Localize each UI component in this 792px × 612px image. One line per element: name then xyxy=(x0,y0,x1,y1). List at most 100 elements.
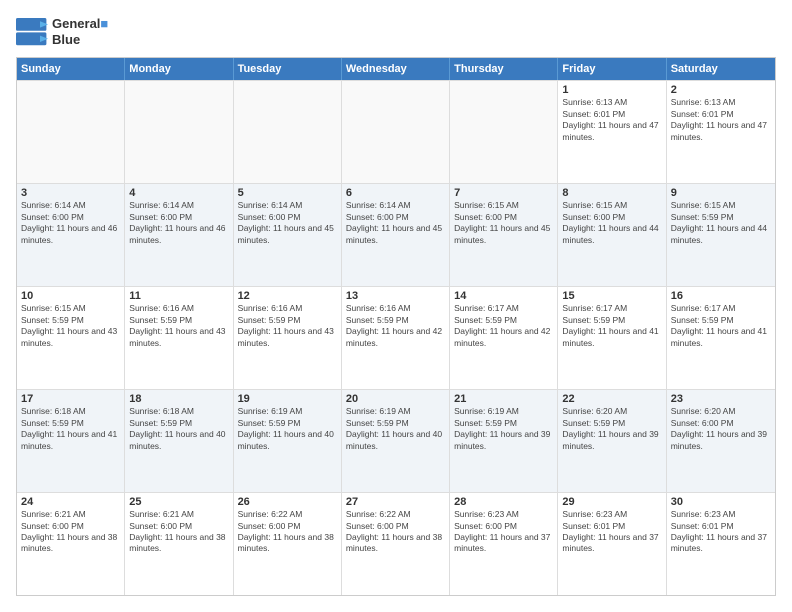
logo-icon xyxy=(16,18,48,46)
day-number: 18 xyxy=(129,393,228,405)
calendar-row: 24Sunrise: 6:21 AMSunset: 6:00 PMDayligh… xyxy=(17,492,775,595)
day-info: Sunrise: 6:20 AMSunset: 6:00 PMDaylight:… xyxy=(671,406,771,452)
day-number: 13 xyxy=(346,290,445,302)
day-info: Sunrise: 6:14 AMSunset: 6:00 PMDaylight:… xyxy=(129,200,228,246)
day-info: Sunrise: 6:22 AMSunset: 6:00 PMDaylight:… xyxy=(346,509,445,555)
calendar-cell xyxy=(17,81,125,183)
day-info: Sunrise: 6:14 AMSunset: 6:00 PMDaylight:… xyxy=(238,200,337,246)
day-number: 4 xyxy=(129,187,228,199)
day-number: 30 xyxy=(671,496,771,508)
calendar-cell: 13Sunrise: 6:16 AMSunset: 5:59 PMDayligh… xyxy=(342,287,450,389)
day-number: 6 xyxy=(346,187,445,199)
calendar-cell: 17Sunrise: 6:18 AMSunset: 5:59 PMDayligh… xyxy=(17,390,125,492)
day-number: 22 xyxy=(562,393,661,405)
calendar-cell: 4Sunrise: 6:14 AMSunset: 6:00 PMDaylight… xyxy=(125,184,233,286)
day-number: 3 xyxy=(21,187,120,199)
calendar-cell: 16Sunrise: 6:17 AMSunset: 5:59 PMDayligh… xyxy=(667,287,775,389)
calendar-cell: 28Sunrise: 6:23 AMSunset: 6:00 PMDayligh… xyxy=(450,493,558,595)
day-info: Sunrise: 6:21 AMSunset: 6:00 PMDaylight:… xyxy=(129,509,228,555)
day-number: 14 xyxy=(454,290,553,302)
day-info: Sunrise: 6:13 AMSunset: 6:01 PMDaylight:… xyxy=(671,97,771,143)
day-number: 8 xyxy=(562,187,661,199)
day-info: Sunrise: 6:17 AMSunset: 5:59 PMDaylight:… xyxy=(454,303,553,349)
calendar-cell: 30Sunrise: 6:23 AMSunset: 6:01 PMDayligh… xyxy=(667,493,775,595)
day-info: Sunrise: 6:17 AMSunset: 5:59 PMDaylight:… xyxy=(562,303,661,349)
calendar-cell xyxy=(450,81,558,183)
day-number: 17 xyxy=(21,393,120,405)
day-number: 20 xyxy=(346,393,445,405)
calendar-cell: 26Sunrise: 6:22 AMSunset: 6:00 PMDayligh… xyxy=(234,493,342,595)
calendar-cell: 22Sunrise: 6:20 AMSunset: 5:59 PMDayligh… xyxy=(558,390,666,492)
header: General■ Blue xyxy=(16,16,776,47)
day-info: Sunrise: 6:23 AMSunset: 6:01 PMDaylight:… xyxy=(671,509,771,555)
calendar-cell xyxy=(234,81,342,183)
weekday-header: Sunday xyxy=(17,58,125,80)
logo: General■ Blue xyxy=(16,16,108,47)
day-number: 21 xyxy=(454,393,553,405)
calendar: SundayMondayTuesdayWednesdayThursdayFrid… xyxy=(16,57,776,596)
calendar-cell xyxy=(125,81,233,183)
day-info: Sunrise: 6:19 AMSunset: 5:59 PMDaylight:… xyxy=(454,406,553,452)
day-info: Sunrise: 6:16 AMSunset: 5:59 PMDaylight:… xyxy=(346,303,445,349)
calendar-cell: 24Sunrise: 6:21 AMSunset: 6:00 PMDayligh… xyxy=(17,493,125,595)
calendar-cell: 12Sunrise: 6:16 AMSunset: 5:59 PMDayligh… xyxy=(234,287,342,389)
page: General■ Blue SundayMondayTuesdayWednesd… xyxy=(0,0,792,612)
calendar-cell: 19Sunrise: 6:19 AMSunset: 5:59 PMDayligh… xyxy=(234,390,342,492)
weekday-header: Wednesday xyxy=(342,58,450,80)
calendar-cell: 10Sunrise: 6:15 AMSunset: 5:59 PMDayligh… xyxy=(17,287,125,389)
calendar-cell: 9Sunrise: 6:15 AMSunset: 5:59 PMDaylight… xyxy=(667,184,775,286)
calendar-row: 1Sunrise: 6:13 AMSunset: 6:01 PMDaylight… xyxy=(17,80,775,183)
day-number: 19 xyxy=(238,393,337,405)
calendar-cell: 3Sunrise: 6:14 AMSunset: 6:00 PMDaylight… xyxy=(17,184,125,286)
calendar-cell: 11Sunrise: 6:16 AMSunset: 5:59 PMDayligh… xyxy=(125,287,233,389)
day-info: Sunrise: 6:15 AMSunset: 5:59 PMDaylight:… xyxy=(21,303,120,349)
day-info: Sunrise: 6:17 AMSunset: 5:59 PMDaylight:… xyxy=(671,303,771,349)
calendar-cell xyxy=(342,81,450,183)
day-info: Sunrise: 6:19 AMSunset: 5:59 PMDaylight:… xyxy=(238,406,337,452)
day-info: Sunrise: 6:23 AMSunset: 6:01 PMDaylight:… xyxy=(562,509,661,555)
day-number: 28 xyxy=(454,496,553,508)
day-number: 11 xyxy=(129,290,228,302)
day-number: 5 xyxy=(238,187,337,199)
calendar-cell: 2Sunrise: 6:13 AMSunset: 6:01 PMDaylight… xyxy=(667,81,775,183)
weekday-header: Friday xyxy=(558,58,666,80)
calendar-cell: 14Sunrise: 6:17 AMSunset: 5:59 PMDayligh… xyxy=(450,287,558,389)
day-number: 27 xyxy=(346,496,445,508)
day-info: Sunrise: 6:19 AMSunset: 5:59 PMDaylight:… xyxy=(346,406,445,452)
day-info: Sunrise: 6:18 AMSunset: 5:59 PMDaylight:… xyxy=(21,406,120,452)
day-info: Sunrise: 6:15 AMSunset: 5:59 PMDaylight:… xyxy=(671,200,771,246)
calendar-row: 17Sunrise: 6:18 AMSunset: 5:59 PMDayligh… xyxy=(17,389,775,492)
calendar-header: SundayMondayTuesdayWednesdayThursdayFrid… xyxy=(17,58,775,80)
calendar-body: 1Sunrise: 6:13 AMSunset: 6:01 PMDaylight… xyxy=(17,80,775,595)
day-info: Sunrise: 6:21 AMSunset: 6:00 PMDaylight:… xyxy=(21,509,120,555)
weekday-header: Tuesday xyxy=(234,58,342,80)
day-info: Sunrise: 6:13 AMSunset: 6:01 PMDaylight:… xyxy=(562,97,661,143)
calendar-cell: 27Sunrise: 6:22 AMSunset: 6:00 PMDayligh… xyxy=(342,493,450,595)
day-number: 23 xyxy=(671,393,771,405)
day-number: 24 xyxy=(21,496,120,508)
day-info: Sunrise: 6:22 AMSunset: 6:00 PMDaylight:… xyxy=(238,509,337,555)
day-number: 26 xyxy=(238,496,337,508)
day-number: 9 xyxy=(671,187,771,199)
day-number: 29 xyxy=(562,496,661,508)
calendar-cell: 15Sunrise: 6:17 AMSunset: 5:59 PMDayligh… xyxy=(558,287,666,389)
day-info: Sunrise: 6:14 AMSunset: 6:00 PMDaylight:… xyxy=(21,200,120,246)
day-info: Sunrise: 6:16 AMSunset: 5:59 PMDaylight:… xyxy=(129,303,228,349)
calendar-row: 10Sunrise: 6:15 AMSunset: 5:59 PMDayligh… xyxy=(17,286,775,389)
calendar-cell: 7Sunrise: 6:15 AMSunset: 6:00 PMDaylight… xyxy=(450,184,558,286)
day-info: Sunrise: 6:15 AMSunset: 6:00 PMDaylight:… xyxy=(454,200,553,246)
weekday-header: Saturday xyxy=(667,58,775,80)
day-number: 16 xyxy=(671,290,771,302)
calendar-cell: 21Sunrise: 6:19 AMSunset: 5:59 PMDayligh… xyxy=(450,390,558,492)
day-number: 1 xyxy=(562,84,661,96)
day-number: 10 xyxy=(21,290,120,302)
calendar-cell: 23Sunrise: 6:20 AMSunset: 6:00 PMDayligh… xyxy=(667,390,775,492)
day-info: Sunrise: 6:14 AMSunset: 6:00 PMDaylight:… xyxy=(346,200,445,246)
weekday-header: Monday xyxy=(125,58,233,80)
logo-text: General■ Blue xyxy=(52,16,108,47)
day-info: Sunrise: 6:15 AMSunset: 6:00 PMDaylight:… xyxy=(562,200,661,246)
calendar-cell: 8Sunrise: 6:15 AMSunset: 6:00 PMDaylight… xyxy=(558,184,666,286)
day-number: 7 xyxy=(454,187,553,199)
day-info: Sunrise: 6:20 AMSunset: 5:59 PMDaylight:… xyxy=(562,406,661,452)
calendar-cell: 18Sunrise: 6:18 AMSunset: 5:59 PMDayligh… xyxy=(125,390,233,492)
